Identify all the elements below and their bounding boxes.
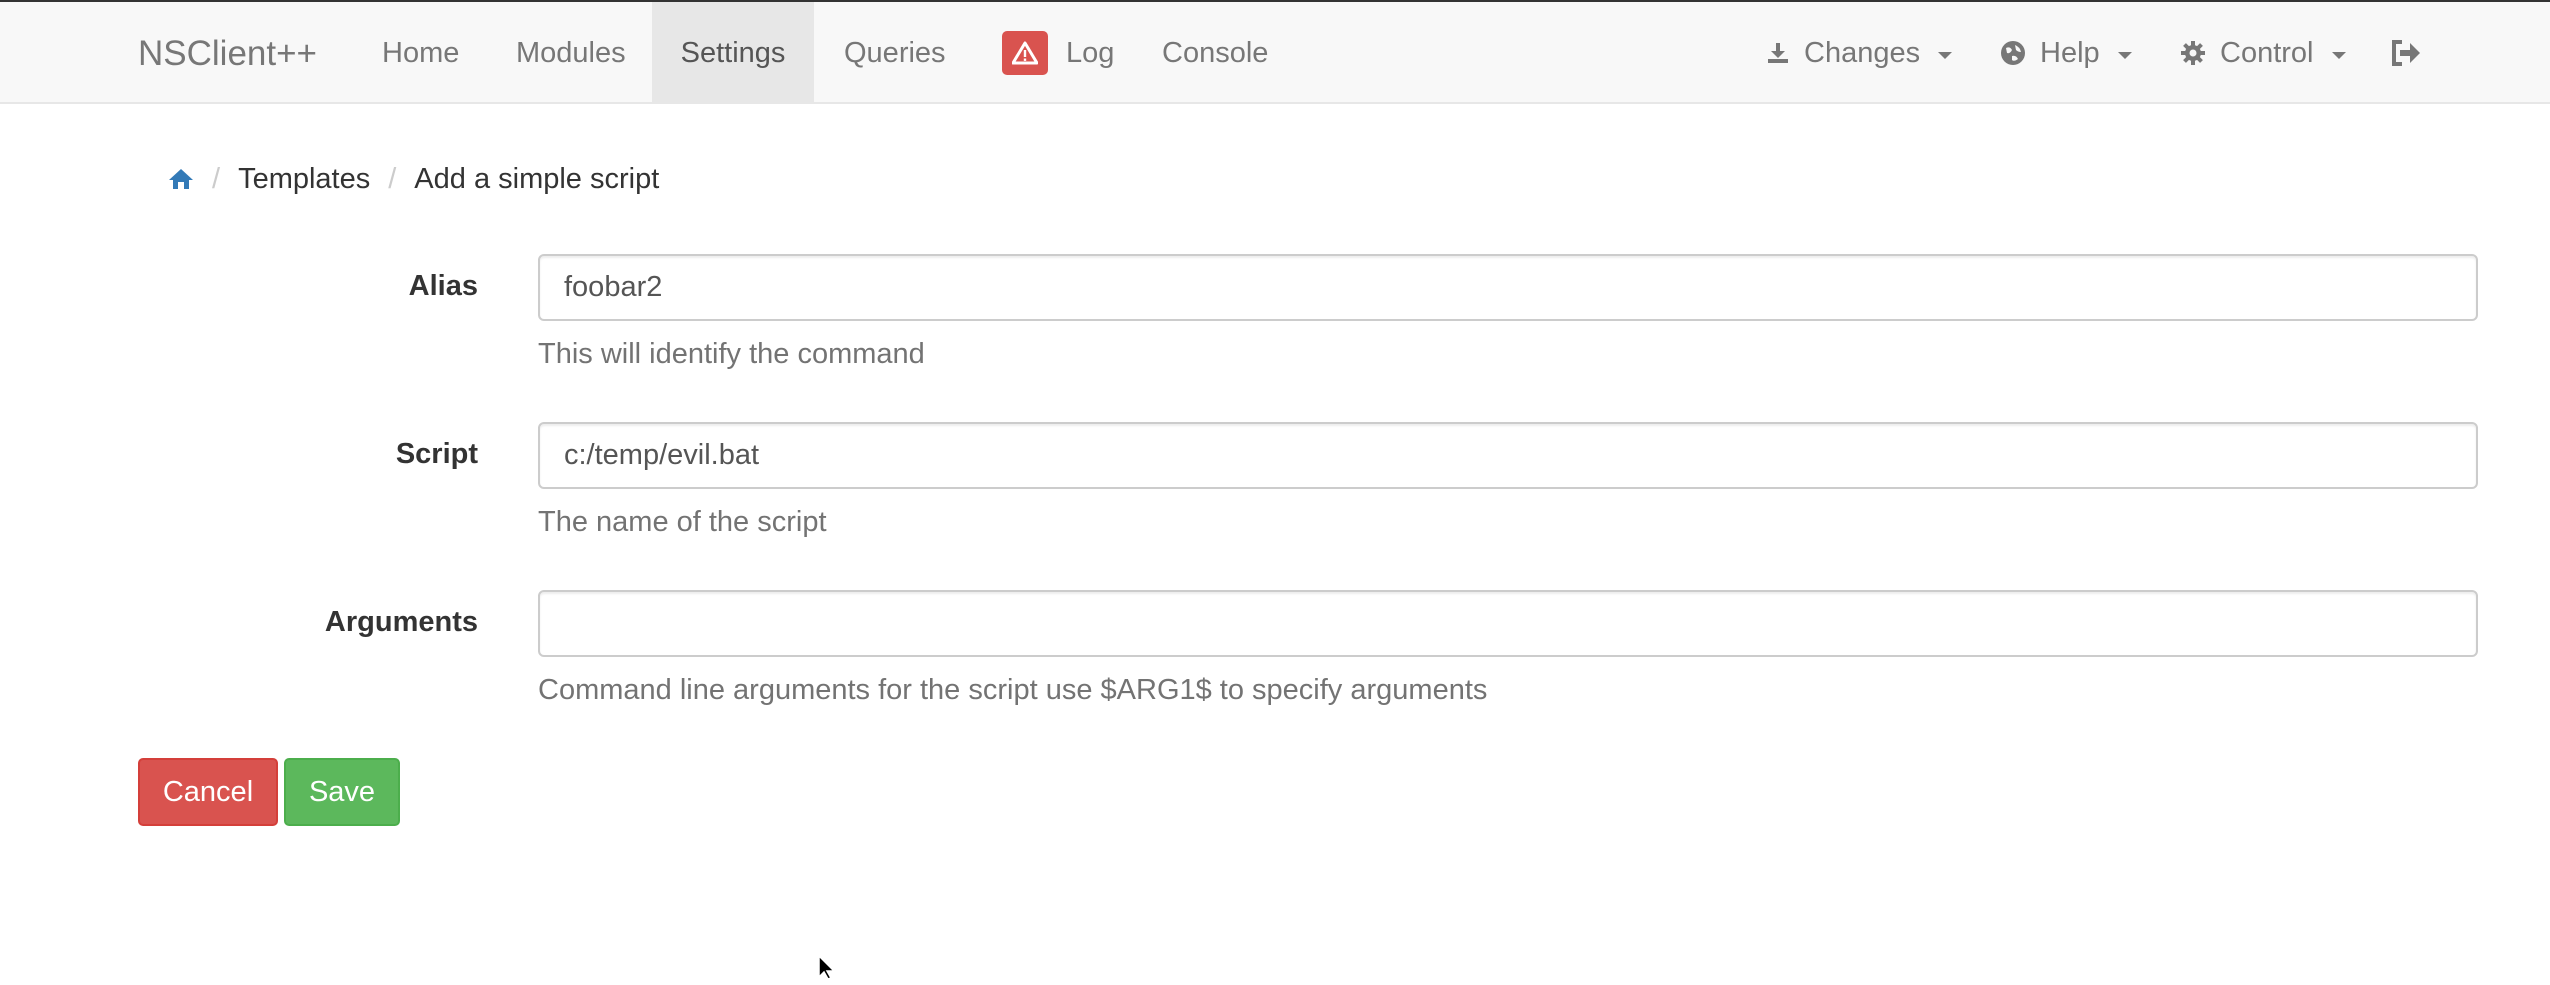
breadcrumb-current: Add a simple script — [414, 162, 660, 195]
script-label: Script — [395, 438, 478, 470]
alias-input[interactable]: foobar2 — [538, 254, 2478, 321]
cancel-button[interactable]: Cancel — [138, 758, 278, 826]
alias-help-text: This will identify the command — [538, 338, 925, 370]
script-input[interactable]: c:/temp/evil.bat — [538, 422, 2478, 489]
breadcrumb-separator: / — [212, 162, 221, 195]
chevron-down-icon — [1938, 51, 1953, 59]
breadcrumb: / Templates / Add a simple script — [138, 152, 659, 206]
mouse-cursor-icon — [818, 954, 840, 985]
nav-control-label: Control — [2220, 37, 2314, 69]
chevron-down-icon — [2331, 51, 2346, 59]
alias-input-value: foobar2 — [564, 271, 663, 303]
script-help-text: The name of the script — [538, 506, 827, 538]
nav-changes-label: Changes — [1804, 37, 1921, 69]
nav-modules[interactable]: Modules — [486, 2, 656, 104]
chevron-down-icon — [2117, 51, 2132, 59]
nav-home-label: Home — [382, 37, 460, 69]
save-button[interactable]: Save — [284, 758, 400, 826]
nav-control-dropdown[interactable]: Control — [2150, 2, 2376, 104]
globe-icon — [2000, 40, 2026, 66]
logout-button[interactable] — [2360, 2, 2456, 104]
breadcrumb-templates[interactable]: Templates — [238, 163, 370, 196]
nav-console-label: Console — [1162, 37, 1269, 69]
nav-log-label: Log — [1066, 37, 1115, 69]
arguments-help-text: Command line arguments for the script us… — [538, 674, 1488, 706]
nav-home[interactable]: Home — [352, 2, 489, 104]
nav-settings-label: Settings — [680, 37, 786, 69]
nav-settings[interactable]: Settings — [652, 2, 814, 104]
nav-help-label: Help — [2040, 37, 2100, 69]
sign-out-icon — [2390, 39, 2422, 67]
home-icon[interactable] — [168, 167, 194, 191]
script-input-value: c:/temp/evil.bat — [564, 439, 760, 471]
alias-label: Alias — [408, 270, 478, 302]
warning-icon — [1002, 31, 1048, 75]
arguments-input[interactable] — [538, 590, 2478, 657]
nav-queries[interactable]: Queries — [814, 2, 976, 104]
nav-modules-label: Modules — [516, 37, 626, 69]
top-navbar: NSClient++ Home Modules Settings Queries… — [0, 0, 2550, 104]
nav-console[interactable]: Console — [1132, 2, 1298, 104]
nav-help-dropdown[interactable]: Help — [1970, 2, 2162, 104]
nav-changes-dropdown[interactable]: Changes — [1736, 2, 1982, 104]
nav-log[interactable]: Log — [972, 2, 1144, 104]
arguments-label: Arguments — [324, 606, 478, 638]
nav-queries-label: Queries — [844, 37, 946, 69]
breadcrumb-separator: / — [388, 162, 397, 195]
gear-icon — [2180, 40, 2206, 66]
download-icon — [1766, 41, 1790, 65]
brand-logo[interactable]: NSClient++ — [138, 2, 317, 104]
